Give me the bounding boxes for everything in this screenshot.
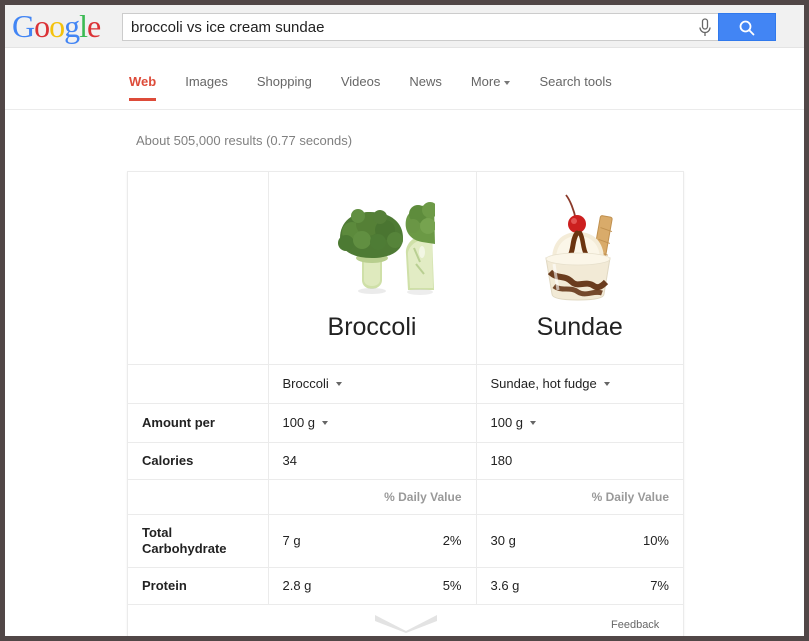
source-cell-broccoli: Broccoli	[268, 364, 477, 404]
source-cell-sundae: Sundae, hot fudge	[476, 364, 684, 404]
comparison-card: Broccoli Sundae Broccoli Sundae, hot fud…	[127, 171, 684, 636]
table-row-source: Broccoli Sundae, hot fudge	[128, 364, 684, 404]
table-row-daily-value-header: % Daily Value % Daily Value	[128, 479, 683, 515]
protein-cell-broccoli: 2.8 g 5%	[268, 567, 477, 605]
sundae-image	[477, 184, 684, 302]
chevron-down-icon	[335, 382, 342, 387]
tab-more-label: More	[470, 74, 501, 89]
calories-label-cell: Calories	[128, 442, 269, 480]
calories-value-sundae: 180	[490, 453, 513, 468]
protein-amount-sundae: 3.6 g	[490, 578, 520, 593]
tab-news[interactable]: News	[409, 74, 442, 101]
chevron-down-icon[interactable]	[374, 615, 437, 633]
logo-letter-g2: g	[64, 8, 80, 44]
tab-images[interactable]: Images	[185, 74, 228, 101]
daily-value-header-sundae: % Daily Value	[591, 489, 669, 504]
source-dropdown-sundae[interactable]: Sundae, hot fudge	[477, 365, 684, 403]
chevron-down-icon	[530, 421, 537, 426]
carb-cell-sundae: 30 g 10%	[476, 514, 683, 568]
table-row-amount-per: Amount per 100 g 100 g	[128, 403, 684, 443]
logo-letter-l: l	[79, 8, 88, 44]
calories-value-broccoli: 34	[282, 453, 297, 468]
logo-letter-o2: o	[49, 8, 65, 44]
column-title-sundae: Sundae	[536, 312, 623, 341]
carb-amount-sundae: 30 g	[490, 533, 516, 548]
column-title-broccoli: Broccoli	[327, 312, 417, 341]
dv-cell-broccoli: % Daily Value	[268, 479, 477, 515]
daily-value-header-broccoli: % Daily Value	[384, 489, 462, 504]
tab-search-tools[interactable]: Search tools	[539, 74, 611, 101]
search-button[interactable]	[718, 13, 776, 41]
hero-cell-sundae: Sundae	[476, 172, 684, 365]
broccoli-image	[269, 184, 476, 302]
nav-item-list: Web Images Shopping Videos News More Sea…	[129, 74, 641, 101]
row-label-total-carbohydrate: Total Carbohydrate	[142, 524, 227, 556]
amount-value-sundae: 100 g	[490, 414, 524, 430]
source-value-sundae: Sundae, hot fudge	[490, 375, 597, 391]
calories-cell-sundae: 180	[476, 442, 683, 480]
hero-empty-cell	[128, 172, 269, 365]
logo-letter-g1: G	[12, 8, 35, 44]
tab-videos[interactable]: Videos	[341, 74, 381, 101]
tab-more[interactable]: More	[471, 74, 511, 101]
protein-percent-sundae: 7%	[650, 578, 669, 593]
protein-percent-broccoli: 5%	[442, 578, 462, 593]
comparison-table: Broccoli Sundae Broccoli Sundae, hot fud…	[128, 172, 684, 636]
row-label-protein: Protein	[142, 577, 187, 593]
logo-letter-e: e	[87, 8, 101, 44]
protein-label-cell: Protein	[128, 567, 269, 605]
amount-per-cell-broccoli: 100 g	[268, 403, 477, 443]
row-label-calories: Calories	[142, 452, 194, 468]
dv-label-cell	[128, 479, 269, 515]
hero-cell-broccoli: Broccoli	[268, 172, 477, 365]
tab-web[interactable]: Web	[129, 74, 157, 101]
search-box	[122, 13, 722, 41]
search-header: Google	[5, 5, 804, 48]
table-row-protein: Protein 2.8 g 5% 3.6 g 7%	[128, 567, 683, 605]
table-row-hero: Broccoli Sundae	[128, 172, 684, 365]
feedback-link[interactable]: Feedback	[611, 619, 659, 631]
tab-news-label: News	[409, 74, 442, 89]
search-input[interactable]	[131, 14, 681, 40]
chevron-down-icon	[603, 382, 610, 387]
google-logo[interactable]: Google	[12, 8, 101, 44]
source-dropdown-broccoli[interactable]: Broccoli	[269, 365, 476, 403]
search-icon	[739, 20, 755, 36]
table-row-total-carbohydrate: Total Carbohydrate 7 g 2% 30 g 10%	[128, 514, 683, 568]
tab-web-label: Web	[129, 74, 157, 89]
expand-cell[interactable]	[128, 604, 683, 636]
carb-cell-broccoli: 7 g 2%	[268, 514, 477, 568]
row-label-amount-per: Amount per	[142, 414, 215, 430]
amount-per-cell-sundae: 100 g	[476, 403, 684, 443]
chevron-down-icon	[504, 80, 511, 85]
tab-shopping[interactable]: Shopping	[257, 74, 312, 101]
logo-letter-o1: o	[34, 8, 50, 44]
source-value-broccoli: Broccoli	[282, 375, 329, 391]
protein-cell-sundae: 3.6 g 7%	[476, 567, 683, 605]
source-label-cell	[128, 364, 269, 404]
amount-per-label-cell: Amount per	[128, 403, 269, 443]
carb-percent-sundae: 10%	[642, 533, 669, 548]
protein-amount-broccoli: 2.8 g	[282, 578, 312, 593]
carb-label-cell: Total Carbohydrate	[128, 514, 269, 568]
microphone-icon[interactable]	[695, 17, 715, 39]
table-row-expand	[128, 604, 683, 636]
amount-dropdown-broccoli[interactable]: 100 g	[269, 404, 476, 442]
amount-dropdown-sundae[interactable]: 100 g	[477, 404, 684, 442]
table-row-calories: Calories 34 180	[128, 442, 683, 480]
tab-videos-label: Videos	[340, 74, 381, 89]
calories-cell-broccoli: 34	[268, 442, 477, 480]
chevron-down-icon	[322, 421, 329, 426]
tab-search-tools-label: Search tools	[539, 74, 612, 89]
search-nav: Web Images Shopping Videos News More Sea…	[5, 48, 804, 110]
tab-shopping-label: Shopping	[256, 74, 312, 89]
amount-value-broccoli: 100 g	[282, 414, 316, 430]
carb-percent-broccoli: 2%	[442, 533, 462, 548]
tab-images-label: Images	[185, 74, 228, 89]
dv-cell-sundae: % Daily Value	[476, 479, 683, 515]
result-stats: About 505,000 results (0.77 seconds)	[136, 133, 353, 148]
browser-viewport: Google Web Images	[0, 0, 809, 641]
carb-amount-broccoli: 7 g	[282, 533, 301, 548]
